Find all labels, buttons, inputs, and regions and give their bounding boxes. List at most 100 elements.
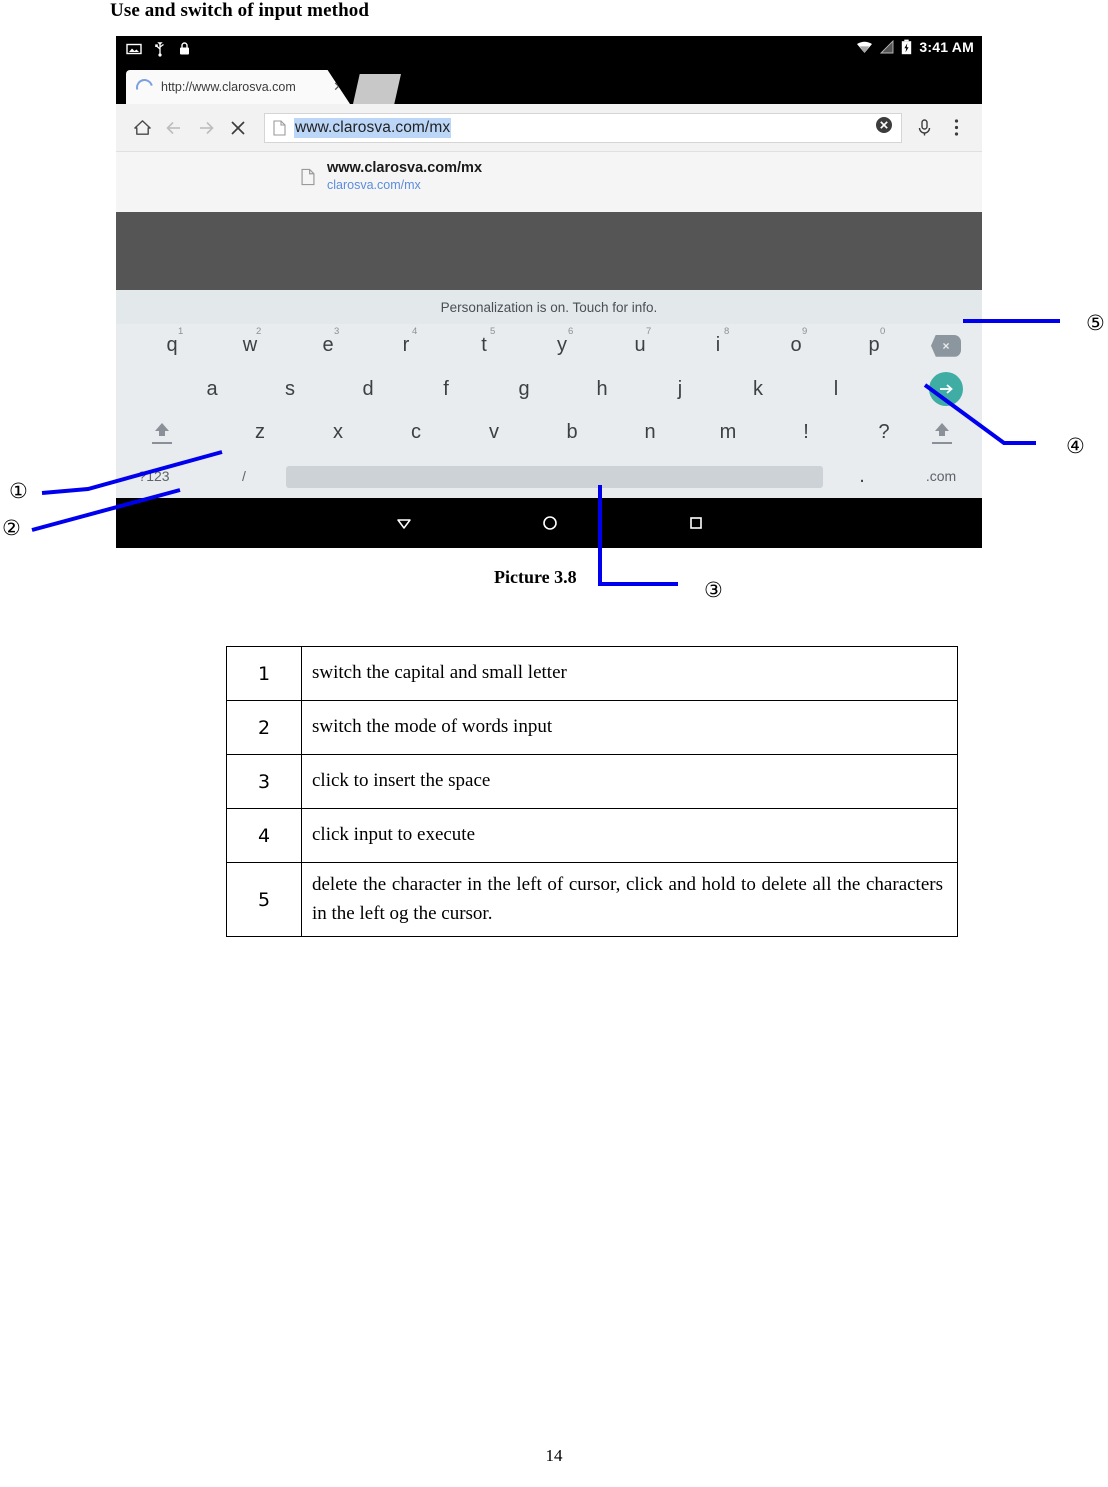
key-d[interactable]: d xyxy=(338,368,398,412)
key-label: i xyxy=(715,334,721,357)
key-z[interactable]: z xyxy=(230,411,290,455)
key-dotcom[interactable]: .com xyxy=(906,455,976,499)
key-q[interactable]: 1q xyxy=(142,324,202,368)
annotation-marker-2: ② xyxy=(2,516,21,540)
table-row: 2 switch the mode of words input xyxy=(226,700,958,755)
lock-icon xyxy=(180,42,189,55)
key-label: t xyxy=(481,334,487,357)
key-e[interactable]: 3e xyxy=(298,324,358,368)
key-label: m xyxy=(719,421,737,444)
key-label: r xyxy=(402,334,410,357)
key-n[interactable]: n xyxy=(620,411,680,455)
device-screenshot: 3:41 AM http://www.clarosva.com ✕ www.cl… xyxy=(116,36,982,548)
key-enter[interactable] xyxy=(916,368,976,412)
annotation-marker-5: ⑤ xyxy=(1086,311,1105,335)
key-slash[interactable]: / xyxy=(214,455,274,499)
key-backspace[interactable]: × xyxy=(916,324,976,368)
key-x[interactable]: x xyxy=(308,411,368,455)
home-button[interactable] xyxy=(126,112,158,144)
key-r[interactable]: 4r xyxy=(376,324,436,368)
legend-description: delete the character in the left of curs… xyxy=(301,862,958,937)
key-label: z xyxy=(255,421,265,444)
legend-description: click input to execute xyxy=(301,808,958,863)
nav-home-circle-icon xyxy=(543,516,557,530)
key-f[interactable]: f xyxy=(416,368,476,412)
stop-loading-button[interactable] xyxy=(222,112,254,144)
key-label: n xyxy=(644,421,656,444)
nav-recents-square-icon xyxy=(690,517,702,529)
key-shift-right[interactable] xyxy=(912,411,972,455)
page-title: Use and switch of input method xyxy=(110,0,370,21)
key-s[interactable]: s xyxy=(260,368,320,412)
shift-arrow-icon xyxy=(155,422,169,436)
url-input[interactable]: www.clarosva.com/mx xyxy=(264,112,902,143)
status-bar-right-icons: 3:41 AM xyxy=(856,39,974,55)
legend-number: 4 xyxy=(226,808,302,863)
annotation-marker-3: ③ xyxy=(704,578,723,602)
clear-url-button[interactable] xyxy=(875,116,893,139)
key-a[interactable]: a xyxy=(182,368,242,412)
clear-circle-icon xyxy=(876,117,892,133)
key-number-hint-5: 5 xyxy=(490,326,496,337)
key-g[interactable]: g xyxy=(494,368,554,412)
key-label: e xyxy=(322,334,334,357)
forward-button[interactable] xyxy=(190,112,222,144)
shift-icon-left xyxy=(152,422,172,444)
key-number-hint-6: 6 xyxy=(568,326,574,337)
tab-close-icon[interactable]: ✕ xyxy=(333,79,344,95)
key-number-hint-4: 4 xyxy=(412,326,418,337)
key-p[interactable]: 0p xyxy=(844,324,904,368)
nav-recents-button[interactable] xyxy=(684,511,708,535)
overflow-menu-icon xyxy=(954,119,958,136)
key-i[interactable]: 8i xyxy=(688,324,748,368)
key-h[interactable]: h xyxy=(572,368,632,412)
shift-arrow-icon xyxy=(935,422,949,436)
key-shift-left[interactable] xyxy=(132,411,192,455)
home-icon xyxy=(133,120,151,135)
key-label: f xyxy=(443,377,449,400)
browser-tab[interactable]: http://www.clarosva.com ✕ xyxy=(126,70,350,104)
key-number-hint-1: 1 xyxy=(178,326,184,337)
key-symbols-123[interactable]: ?123 xyxy=(124,455,184,499)
tab-loading-spinner-icon xyxy=(132,75,157,99)
key-number-hint-7: 7 xyxy=(646,326,652,337)
key-m[interactable]: m xyxy=(698,411,758,455)
back-button[interactable] xyxy=(158,112,190,144)
keyboard-row-3: z x c v b n m!? xyxy=(116,411,982,455)
key-o[interactable]: 9o xyxy=(766,324,826,368)
url-text: www.clarosva.com/mx xyxy=(294,117,452,138)
key-exclamation[interactable]: ! xyxy=(776,411,836,455)
status-bar-clock: 3:41 AM xyxy=(919,39,974,55)
key-w[interactable]: 2w xyxy=(220,324,280,368)
key-question[interactable]: ? xyxy=(854,411,914,455)
new-tab-button[interactable] xyxy=(353,74,401,104)
nav-home-button[interactable] xyxy=(538,511,562,535)
shift-icon-right xyxy=(932,422,952,444)
table-row: 3 click to insert the space xyxy=(226,754,958,809)
overflow-menu-button[interactable] xyxy=(940,112,972,144)
key-l[interactable]: l xyxy=(806,368,866,412)
key-u[interactable]: 7u xyxy=(610,324,670,368)
status-bar: 3:41 AM xyxy=(116,36,982,66)
key-c[interactable]: c xyxy=(386,411,446,455)
key-v[interactable]: v xyxy=(464,411,524,455)
shift-underline xyxy=(932,441,952,444)
key-label: x xyxy=(333,421,343,444)
shift-underline xyxy=(152,441,172,444)
key-label: u xyxy=(634,334,646,357)
voice-search-button[interactable] xyxy=(908,112,940,144)
nav-back-button[interactable] xyxy=(392,511,416,535)
legend-description: switch the mode of words input xyxy=(301,700,958,755)
key-j[interactable]: j xyxy=(650,368,710,412)
key-b[interactable]: b xyxy=(542,411,602,455)
key-period[interactable]: . xyxy=(832,455,892,499)
key-y[interactable]: 6y xyxy=(532,324,592,368)
key-t[interactable]: 5t xyxy=(454,324,514,368)
microphone-icon xyxy=(918,119,930,136)
wifi-icon xyxy=(857,41,873,53)
key-space[interactable] xyxy=(286,465,823,488)
keyboard-personalization-notice[interactable]: Personalization is on. Touch for info. xyxy=(116,290,982,324)
key-label: b xyxy=(566,421,578,444)
suggestion-item[interactable]: www.clarosva.com/mx clarosva.com/mx xyxy=(116,152,982,192)
key-k[interactable]: k xyxy=(728,368,788,412)
